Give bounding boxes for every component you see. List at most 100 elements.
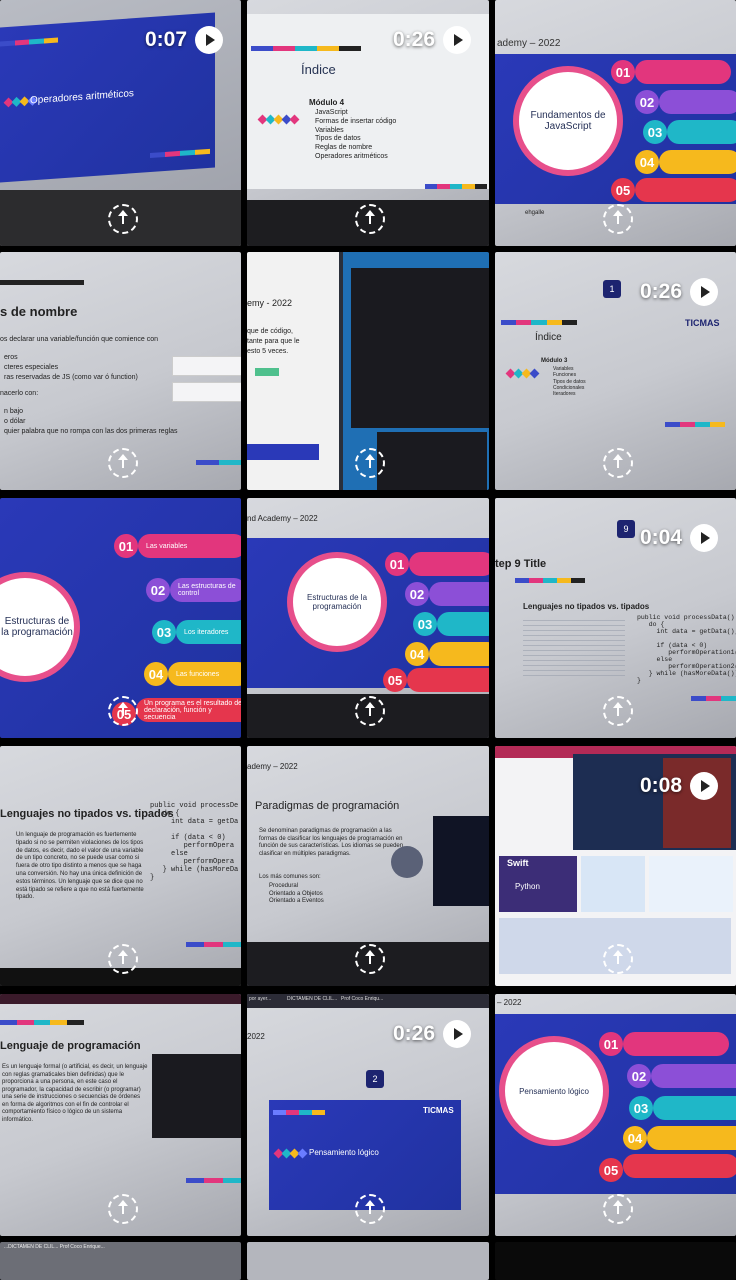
slide-number: 9 — [617, 520, 635, 538]
rule-line: cteres especiales — [4, 364, 59, 371]
browser-tab[interactable]: por ayer... — [249, 996, 271, 1002]
video-tile-15[interactable]: – 2022 Pensamiento lógico 01 02 03 04 05 — [495, 994, 736, 1236]
share-upload-icon[interactable] — [355, 944, 385, 974]
video-tile-13[interactable]: Lenguaje de programación Es un lenguaje … — [0, 994, 241, 1236]
step-number: 04 — [635, 150, 659, 174]
slide-title: Operadores aritméticos — [30, 88, 134, 107]
play-icon[interactable] — [195, 26, 223, 54]
step-number: 03 — [152, 620, 176, 644]
share-upload-icon[interactable] — [107, 204, 138, 234]
step-number: 02 — [627, 1064, 651, 1088]
play-video-icon[interactable] — [391, 846, 423, 878]
share-upload-icon[interactable] — [355, 696, 385, 726]
share-upload-icon[interactable] — [602, 204, 633, 234]
slide-body: Se denominan paradigmas de programación … — [259, 828, 404, 857]
video-tile-12[interactable]: Swift Python 0:08 — [495, 746, 736, 986]
brand-logo: TICMAS — [423, 1106, 454, 1115]
share-upload-icon[interactable] — [107, 448, 138, 478]
header-text: ademy – 2022 — [497, 38, 561, 49]
step-pill: Un programa es el resultado de declaraci… — [136, 698, 241, 722]
step-number: 03 — [643, 120, 667, 144]
instruction-line: tante para que le — [247, 338, 300, 345]
code-snippet: public void processDe do { int data = ge… — [150, 802, 239, 882]
step-number: 04 — [144, 662, 168, 686]
ticmas-arrows-icon — [273, 1148, 308, 1159]
slide-title: Pensamiento lógico — [309, 1148, 379, 1157]
rule-line: o dólar — [4, 418, 26, 425]
slide-number: 2 — [366, 1070, 384, 1088]
step-number: 02 — [635, 90, 659, 114]
video-tile-17[interactable] — [247, 1242, 489, 1280]
step-number: 03 — [629, 1096, 653, 1120]
video-tile-8[interactable]: nd Academy – 2022 Estructuras de la prog… — [247, 498, 489, 738]
play-icon[interactable] — [690, 524, 718, 552]
play-icon[interactable] — [443, 1020, 471, 1048]
slide-title: Lenguajes no tipados vs. tipados — [0, 808, 174, 820]
language-label: Python — [515, 882, 540, 891]
share-upload-icon[interactable] — [107, 696, 138, 726]
share-upload-icon[interactable] — [355, 204, 385, 234]
topic-circle: Pensamiento lógico — [499, 1036, 609, 1146]
header-text: – 2022 — [497, 998, 522, 1007]
play-icon[interactable] — [690, 772, 718, 800]
step-pill: Las estructuras de control — [170, 578, 241, 602]
topic-circle: Estructuras de la programación — [0, 572, 80, 682]
video-tile-2[interactable]: Índice Módulo 4 JavaScript Formas de inse… — [247, 0, 489, 246]
video-thumbnail — [433, 816, 489, 906]
video-tile-11[interactable]: ademy – 2022 Paradigmas de programación … — [247, 746, 489, 986]
duration-badge: 0:07 — [145, 26, 223, 54]
instruction-line: esto 5 veces. — [247, 348, 289, 355]
rule-line: ras reservadas de JS (como var ó functio… — [4, 374, 138, 381]
slide-body: Es un lenguaje formal (o artificial, es … — [2, 1064, 148, 1123]
video-tile-18[interactable] — [495, 1242, 736, 1280]
step-pill: Los iteradores — [176, 620, 241, 644]
play-icon[interactable] — [690, 278, 718, 306]
video-tile-6[interactable]: 1 TICMAS Índice Módulo 3 Variables Funcio… — [495, 252, 736, 490]
duration-badge: 0:26 — [393, 1020, 471, 1048]
video-tile-4[interactable]: s de nombre os declarar una variable/fun… — [0, 252, 241, 490]
header-text: 2022 — [247, 1032, 265, 1041]
step-number: 02 — [146, 578, 170, 602]
share-upload-icon[interactable] — [602, 696, 633, 726]
step-number: 05 — [611, 178, 635, 202]
video-tile-9[interactable]: 9 tep 9 Title Lenguajes no tipados vs. t… — [495, 498, 736, 738]
index-list: Variables Funciones Tipos de datos Condici… — [553, 366, 586, 397]
video-tile-7[interactable]: Estructuras de la programación 01 Las va… — [0, 498, 241, 738]
share-upload-icon[interactable] — [602, 1194, 633, 1224]
share-upload-icon[interactable] — [107, 1194, 138, 1224]
ticmas-arrows-icon — [257, 114, 300, 125]
video-tile-1[interactable]: Operadores aritméticos 0:07 — [0, 0, 241, 246]
play-icon[interactable] — [443, 26, 471, 54]
brand-logo: TICMAS — [685, 318, 720, 328]
video-tile-16[interactable]: ...DICTAMEN DE CLIL... Prof Coco Enrique… — [0, 1242, 241, 1280]
paradigm-list: Procedural Orientado a Objetos Orientado a… — [269, 883, 324, 904]
video-tile-14[interactable]: por ayer... DICTAMEN DE CLIL... Prof Coc… — [247, 994, 489, 1236]
slide-title: Lenguaje de programación — [0, 1040, 141, 1052]
step-pill — [659, 90, 736, 114]
instruction-line: que de código, — [247, 328, 293, 335]
share-upload-icon[interactable] — [355, 1194, 385, 1224]
rule-line: eros — [4, 354, 18, 361]
rule-line: quier palabra que no rompa con las dos p… — [4, 428, 178, 435]
rule-line: nacerlo con: — [0, 390, 39, 397]
share-upload-icon[interactable] — [602, 944, 633, 974]
index-list: JavaScript Formas de insertar código Varia… — [315, 109, 397, 160]
step-number: 01 — [114, 534, 138, 558]
share-upload-icon[interactable] — [355, 448, 385, 478]
video-tile-3[interactable]: ademy – 2022 Fundamentos de JavaScript 0… — [495, 0, 736, 246]
step-pill — [659, 150, 736, 174]
step-number: 05 — [383, 668, 407, 692]
share-upload-icon[interactable] — [602, 448, 633, 478]
topic-circle: Estructuras de la programación — [287, 552, 387, 652]
slide-title: Índice — [535, 332, 562, 343]
module-label: Módulo 4 — [309, 98, 345, 107]
step-number: 01 — [611, 60, 635, 84]
share-upload-icon[interactable] — [107, 944, 138, 974]
video-tile-5[interactable]: emy - 2022 que de código, tante para que… — [247, 252, 489, 490]
browser-tab[interactable]: DICTAMEN DE CLIL... — [287, 996, 337, 1002]
step-number: 01 — [385, 552, 409, 576]
slide-body: Un lenguaje de programación es fuertemen… — [16, 832, 144, 901]
video-tile-10[interactable]: Lenguajes no tipados vs. tipados Un leng… — [0, 746, 241, 986]
browser-tab[interactable]: Prof Coco Enriqu... — [341, 996, 383, 1002]
code-snippet: public void processData() { do { int dat… — [637, 614, 736, 684]
